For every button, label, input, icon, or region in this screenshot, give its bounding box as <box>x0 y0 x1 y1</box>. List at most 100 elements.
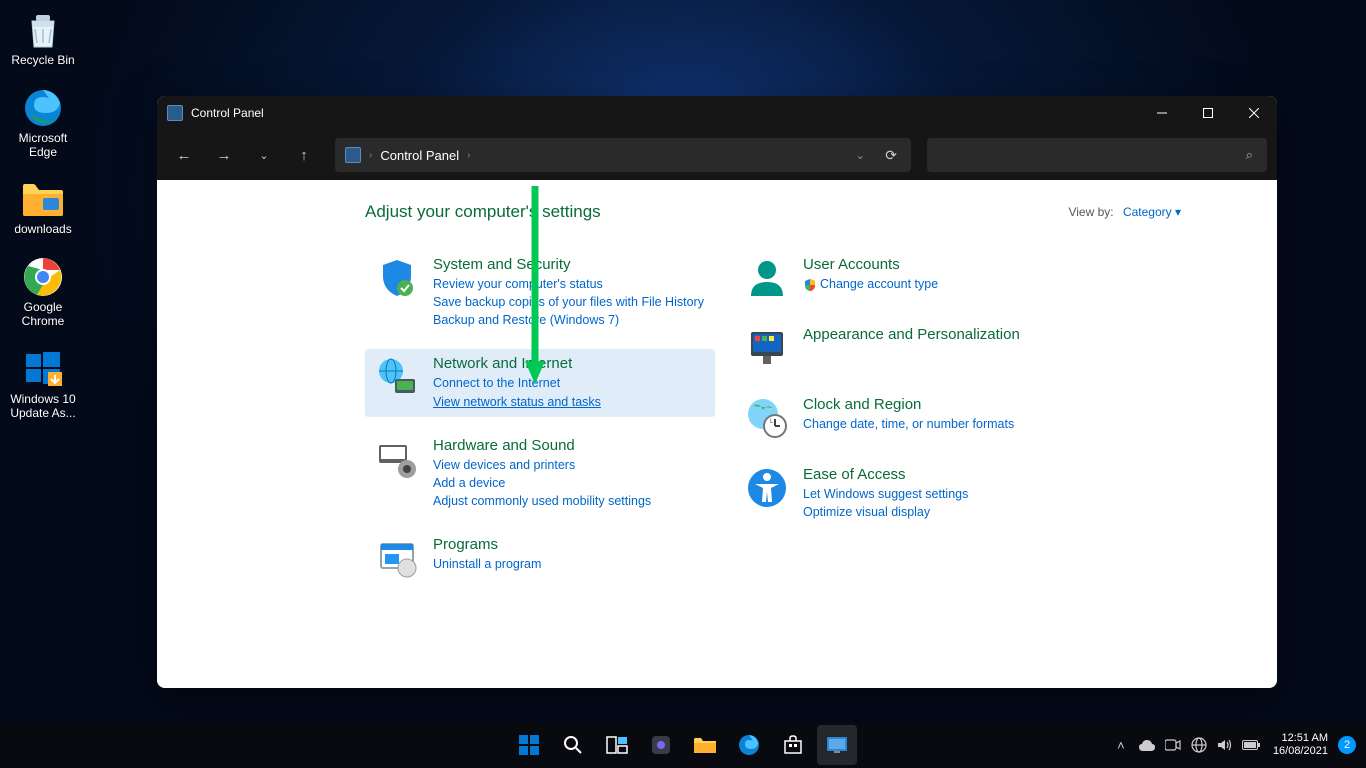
category-link[interactable]: Uninstall a program <box>433 555 705 573</box>
titlebar[interactable]: Control Panel <box>157 96 1277 130</box>
forward-button[interactable]: → <box>207 138 241 172</box>
toolbar: ← → ⌄ ↑ › Control Panel › ⌄ ⟳ ⌕ <box>157 130 1277 180</box>
control-panel-window: Control Panel ← → ⌄ ↑ › Control Panel › … <box>157 96 1277 688</box>
desktop-icon-label: Google Chrome <box>6 301 80 329</box>
tray-expand-icon[interactable]: ˄ <box>1111 735 1131 755</box>
onedrive-icon[interactable] <box>1137 735 1157 755</box>
store-button[interactable] <box>773 725 813 765</box>
category-item: Ease of Access Let Windows suggest settin… <box>735 460 1065 527</box>
category-link[interactable]: Backup and Restore (Windows 7) <box>433 311 705 329</box>
control-panel-icon <box>345 147 361 163</box>
category-link[interactable]: Connect to the Internet <box>433 374 705 392</box>
recent-dropdown[interactable]: ⌄ <box>247 138 281 172</box>
back-button[interactable]: ← <box>167 138 201 172</box>
edge-button[interactable] <box>729 725 769 765</box>
battery-icon[interactable] <box>1241 735 1261 755</box>
category-link[interactable]: Let Windows suggest settings <box>803 485 1055 503</box>
network-icon[interactable] <box>1189 735 1209 755</box>
desktop-icon-win10-update[interactable]: Windows 10 Update As... <box>6 347 80 421</box>
category-item: User Accounts Change account type <box>735 250 1065 306</box>
category-heading[interactable]: Ease of Access <box>803 466 1055 483</box>
category-icon <box>745 466 789 510</box>
windows-update-icon <box>21 347 65 391</box>
page-title: Adjust your computer's settings <box>365 202 601 222</box>
chevron-right-icon: › <box>369 150 372 161</box>
widgets-button[interactable] <box>641 725 681 765</box>
chevron-right-icon: › <box>467 150 470 161</box>
desktop-icon-label: Microsoft Edge <box>6 132 80 160</box>
category-heading[interactable]: System and Security <box>433 256 705 273</box>
clock[interactable]: 12:51 AM 16/08/2021 <box>1273 732 1328 758</box>
category-icon <box>745 326 789 370</box>
category-link[interactable]: Change date, time, or number formats <box>803 415 1055 433</box>
view-by-control: View by: Category ▾ <box>1068 205 1181 219</box>
window-title: Control Panel <box>191 106 264 120</box>
breadcrumb-item[interactable]: Control Panel <box>380 148 459 163</box>
category-icon <box>745 256 789 300</box>
chrome-icon <box>21 255 65 299</box>
desktop-icon-label: Windows 10 Update As... <box>6 393 80 421</box>
maximize-button[interactable] <box>1185 96 1231 130</box>
file-explorer-button[interactable] <box>685 725 725 765</box>
address-bar[interactable]: › Control Panel › ⌄ ⟳ <box>335 138 911 172</box>
taskbar-center <box>509 725 857 765</box>
start-button[interactable] <box>509 725 549 765</box>
clock-date: 16/08/2021 <box>1273 745 1328 758</box>
system-tray: ˄ 12:51 AM 16/08/2021 2 <box>1111 732 1356 758</box>
clock-time: 12:51 AM <box>1273 732 1328 745</box>
category-link[interactable]: Review your computer's status <box>433 275 705 293</box>
category-icon <box>375 437 419 481</box>
category-link[interactable]: View devices and printers <box>433 456 705 474</box>
task-view-button[interactable] <box>597 725 637 765</box>
view-by-label: View by: <box>1068 205 1113 219</box>
category-item: Programs Uninstall a program <box>365 530 715 586</box>
category-icon <box>375 355 419 399</box>
desktop-icon-recycle-bin[interactable]: Recycle Bin <box>6 8 80 68</box>
category-heading[interactable]: Appearance and Personalization <box>803 326 1055 343</box>
category-heading[interactable]: User Accounts <box>803 256 1055 273</box>
category-icon: L <box>745 396 789 440</box>
folder-icon <box>21 177 65 221</box>
taskbar: ˄ 12:51 AM 16/08/2021 2 <box>0 722 1366 768</box>
desktop-icon-downloads[interactable]: downloads <box>6 177 80 237</box>
category-heading[interactable]: Clock and Region <box>803 396 1055 413</box>
category-icon <box>375 256 419 300</box>
category-heading[interactable]: Network and Internet <box>433 355 705 372</box>
category-item: Network and Internet Connect to the Inter… <box>365 349 715 416</box>
category-item: Appearance and Personalization <box>735 320 1065 376</box>
category-link[interactable]: Optimize visual display <box>803 503 1055 521</box>
notification-button[interactable]: 2 <box>1338 736 1356 754</box>
view-by-dropdown[interactable]: Category ▾ <box>1123 205 1181 219</box>
category-item: L Clock and Region Change date, time, or n… <box>735 390 1065 446</box>
up-button[interactable]: ↑ <box>287 138 321 172</box>
category-link[interactable]: Add a device <box>433 474 705 492</box>
category-icon <box>375 536 419 580</box>
category-heading[interactable]: Programs <box>433 536 705 553</box>
category-link[interactable]: View network status and tasks <box>433 393 705 411</box>
category-heading[interactable]: Hardware and Sound <box>433 437 705 454</box>
refresh-button[interactable]: ⟳ <box>881 147 901 164</box>
edge-icon <box>21 86 65 130</box>
minimize-button[interactable] <box>1139 96 1185 130</box>
search-input[interactable]: ⌕ <box>927 138 1267 172</box>
control-panel-button[interactable] <box>817 725 857 765</box>
desktop-icon-label: downloads <box>14 223 71 237</box>
category-link[interactable]: Save backup copies of your files with Fi… <box>433 293 705 311</box>
desktop-icons: Recycle Bin Microsoft Edge downloads Goo… <box>6 8 80 420</box>
desktop-icon-edge[interactable]: Microsoft Edge <box>6 86 80 160</box>
category-item: System and Security Review your computer'… <box>365 250 715 335</box>
search-button[interactable] <box>553 725 593 765</box>
search-icon: ⌕ <box>1246 147 1253 163</box>
close-button[interactable] <box>1231 96 1277 130</box>
chevron-down-icon[interactable]: ⌄ <box>847 148 873 162</box>
volume-icon[interactable] <box>1215 735 1235 755</box>
category-link[interactable]: Adjust commonly used mobility settings <box>433 492 705 510</box>
category-link[interactable]: Change account type <box>803 275 1055 293</box>
meet-now-icon[interactable] <box>1163 735 1183 755</box>
content-area: Adjust your computer's settings View by:… <box>157 180 1277 688</box>
category-item: Hardware and Sound View devices and print… <box>365 431 715 516</box>
desktop-icon-chrome[interactable]: Google Chrome <box>6 255 80 329</box>
category-grid: System and Security Review your computer'… <box>193 250 1241 586</box>
control-panel-icon <box>167 105 183 121</box>
recycle-bin-icon <box>21 8 65 52</box>
